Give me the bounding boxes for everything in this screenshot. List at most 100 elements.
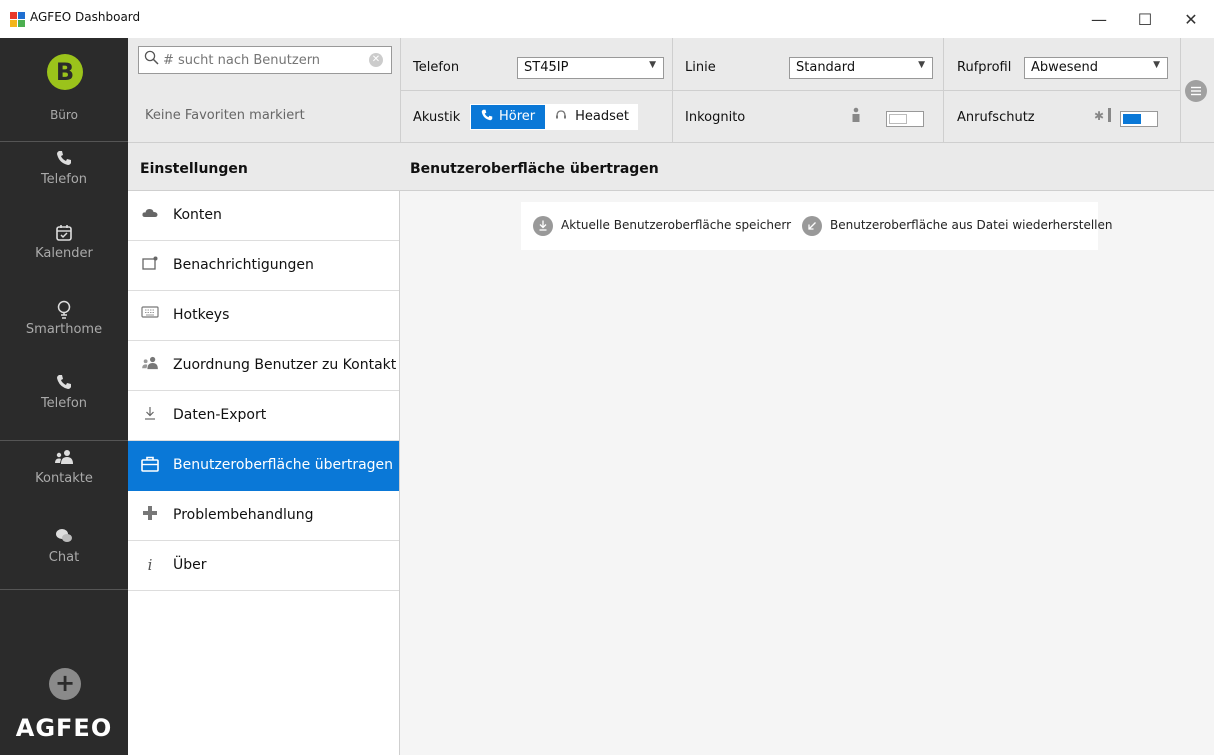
settings-item-konten[interactable]: Konten: [128, 191, 399, 241]
inkognito-label: Inkognito: [685, 110, 746, 125]
keyboard-icon: [140, 306, 160, 322]
calendar-icon: [0, 224, 128, 246]
settings-item-zuordnung[interactable]: Zuordnung Benutzer zu Kontakt: [128, 341, 399, 391]
settings-item-ueber[interactable]: i Über: [128, 541, 399, 591]
divider: [400, 90, 1180, 91]
settings-item-label: Hotkeys: [173, 307, 230, 323]
linie-value: Standard: [796, 60, 856, 75]
notification-icon: [140, 256, 160, 274]
cloud-icon: [140, 206, 160, 222]
chat-icon: [0, 528, 128, 550]
rufprofil-value: Abwesend: [1031, 60, 1099, 75]
inkognito-toggle[interactable]: [886, 111, 924, 127]
headset-label: Headset: [575, 109, 630, 124]
rail-divider: [0, 440, 128, 441]
anrufschutz-label: Anrufschutz: [957, 110, 1035, 125]
toggle-knob: [889, 114, 907, 124]
telefon-select[interactable]: ST45IP ▼: [517, 57, 664, 79]
rail-item-telefon[interactable]: Telefon: [0, 150, 128, 187]
rail-label: Kontakte: [35, 471, 93, 486]
settings-item-hotkeys[interactable]: Hotkeys: [128, 291, 399, 341]
rail-item-telefon-2[interactable]: Telefon: [0, 374, 128, 411]
settings-item-label: Konten: [173, 207, 222, 223]
chevron-down-icon: ▼: [1153, 60, 1160, 70]
bulb-icon: [0, 300, 128, 322]
akustik-toggle[interactable]: Hörer Headset: [470, 104, 639, 130]
telefon-label: Telefon: [413, 60, 460, 75]
hoerer-label: Hörer: [499, 109, 536, 124]
chevron-down-icon: ▼: [918, 60, 925, 70]
chevron-down-icon: ▼: [649, 60, 656, 70]
divider: [943, 38, 944, 142]
search-input[interactable]: [163, 50, 363, 70]
page-title: Benutzeroberfläche übertragen: [400, 143, 1214, 191]
phone-icon: [0, 374, 128, 396]
search-field[interactable]: ✕: [138, 46, 392, 74]
settings-item-label: Problembehandlung: [173, 507, 314, 523]
linie-select[interactable]: Standard ▼: [789, 57, 933, 79]
divider: [1180, 38, 1181, 142]
divider: [672, 38, 673, 142]
settings-item-problembehandlung[interactable]: Problembehandlung: [128, 491, 399, 541]
add-button[interactable]: +: [49, 668, 81, 700]
rail-item-kontakte[interactable]: Kontakte: [0, 449, 128, 486]
rail-item-kalender[interactable]: Kalender: [0, 224, 128, 261]
rail-label: Kalender: [35, 246, 93, 261]
settings-item-label: Zuordnung Benutzer zu Kontakt: [173, 357, 397, 373]
akustik-label: Akustik: [413, 110, 461, 125]
medical-cross-icon: [140, 506, 160, 524]
title-bar: AGFEO Dashboard — ☐ ✕: [0, 0, 1214, 38]
restore-ui-label: Benutzeroberfläche aus Datei wiederherst…: [830, 218, 1113, 232]
rufprofil-select[interactable]: Abwesend ▼: [1024, 57, 1168, 79]
window-title: AGFEO Dashboard: [30, 10, 141, 24]
rail-label: Telefon: [40, 172, 88, 187]
agfeo-logo: AGFEO: [15, 714, 113, 742]
rail-item-chat[interactable]: Chat: [0, 528, 128, 565]
main-panel: Benutzeroberfläche übertragen Aktuelle B…: [400, 143, 1214, 755]
settings-item-label: Daten-Export: [173, 407, 267, 423]
incognito-icon: [851, 107, 861, 127]
rail-label: Telefon: [40, 396, 88, 411]
phone-icon: [0, 150, 128, 172]
settings-item-benutzeroberflaeche[interactable]: Benutzeroberfläche übertragen: [128, 441, 399, 491]
search-icon: [144, 50, 159, 69]
linie-label: Linie: [685, 60, 716, 75]
briefcase-icon: [140, 456, 160, 476]
avatar-label: Büro: [50, 108, 78, 122]
download-icon: [140, 406, 160, 424]
restore-icon: [802, 216, 822, 236]
toggle-knob: [1123, 114, 1141, 124]
settings-panel: Einstellungen Konten Benachrichtigungen …: [128, 143, 400, 755]
settings-item-label: Über: [173, 557, 207, 573]
contacts-icon: [0, 449, 128, 471]
info-icon: i: [147, 556, 153, 574]
app-icon: [10, 12, 26, 28]
users-icon: [140, 356, 160, 374]
actions-bar: Aktuelle Benutzeroberfläche speicherr Be…: [521, 202, 1113, 250]
rail-label: Chat: [48, 550, 80, 565]
clear-search-icon[interactable]: ✕: [369, 53, 383, 67]
favorites-text: Keine Favoriten markiert: [145, 108, 305, 123]
telefon-value: ST45IP: [524, 60, 569, 75]
headset-option[interactable]: Headset: [545, 105, 638, 129]
settings-item-label: Benutzeroberfläche übertragen: [173, 457, 394, 473]
rail-item-smarthome[interactable]: Smarthome: [0, 300, 128, 337]
save-ui-label: Aktuelle Benutzeroberfläche speicherr: [561, 218, 792, 232]
menu-button[interactable]: [1185, 80, 1207, 102]
avatar[interactable]: B: [47, 54, 83, 90]
anrufschutz-toggle[interactable]: [1120, 111, 1158, 127]
maximize-button[interactable]: ☐: [1122, 0, 1168, 38]
left-rail: B Büro Telefon Kalender Smarthome Telefo…: [0, 38, 128, 755]
minimize-button[interactable]: —: [1076, 0, 1122, 38]
settings-item-benachrichtigungen[interactable]: Benachrichtigungen: [128, 241, 399, 291]
user-section[interactable]: B Büro: [0, 38, 128, 142]
settings-item-daten-export[interactable]: Daten-Export: [128, 391, 399, 441]
settings-header: Einstellungen: [128, 143, 400, 191]
hoerer-option[interactable]: Hörer: [471, 105, 546, 129]
download-icon: [533, 216, 553, 236]
rufprofil-label: Rufprofil: [957, 60, 1012, 75]
rail-label: Smarthome: [25, 322, 103, 337]
top-toolbar: ✕ Keine Favoriten markiert Telefon ST45I…: [128, 38, 1214, 143]
close-button[interactable]: ✕: [1168, 0, 1214, 38]
do-not-disturb-icon: ✱: [1094, 108, 1112, 123]
